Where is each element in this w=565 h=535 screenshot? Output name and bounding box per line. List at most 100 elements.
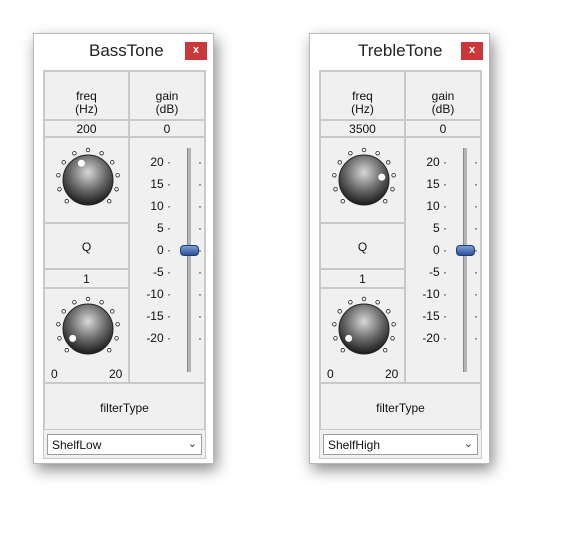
- gain-tick: -15 · ·: [130, 309, 204, 323]
- gain-value: 0: [163, 122, 171, 136]
- knob-scale-dot: [337, 160, 342, 165]
- knob-scale-dot: [348, 151, 353, 156]
- knob-scale-dot: [332, 322, 337, 327]
- title-bar[interactable]: TrebleTone x: [310, 34, 489, 68]
- gain-tick: 20 · ·: [130, 155, 204, 169]
- q-value: 1: [83, 272, 90, 286]
- q-header: Q: [320, 223, 405, 269]
- freq-knob-cell: [320, 137, 405, 223]
- knob-scale-dot: [333, 187, 338, 192]
- filter-type-value: ShelfLow: [52, 438, 102, 452]
- gain-tick-mark: ·: [198, 309, 202, 323]
- gain-tick-label: -5 ·: [153, 265, 171, 279]
- q-knob[interactable]: [332, 293, 396, 363]
- freq-knob[interactable]: [56, 144, 120, 214]
- filter-type-select[interactable]: ShelfLow ⌄: [47, 434, 202, 455]
- knob-pointer: [378, 173, 386, 181]
- gain-tick-label: -10 ·: [422, 287, 447, 301]
- filter-type-select[interactable]: ShelfHigh ⌄: [323, 434, 478, 455]
- freq-unit-label: (Hz): [75, 102, 98, 116]
- gain-tick-label: 15 ·: [426, 177, 447, 191]
- gain-slider-track[interactable]: [463, 148, 467, 372]
- filter-type-header: filterType: [44, 383, 205, 430]
- knob-scale-dot: [386, 309, 391, 314]
- gain-tick-label: -20 ·: [146, 331, 171, 345]
- knob-scale-dot: [56, 322, 61, 327]
- knob-pointer: [69, 334, 77, 342]
- freq-value-field[interactable]: 200: [44, 120, 129, 137]
- q-knob[interactable]: [56, 293, 120, 363]
- gain-header: gain (dB): [129, 71, 205, 120]
- gain-header: gain (dB): [405, 71, 481, 120]
- freq-unit-label: (Hz): [351, 102, 374, 116]
- knob-scale-dot: [72, 151, 77, 156]
- freq-value: 3500: [349, 122, 376, 136]
- filter-type-value: ShelfHigh: [328, 438, 381, 452]
- knob-scale-dot: [114, 187, 119, 192]
- gain-tick-label: 15 ·: [150, 177, 171, 191]
- knob-scale-dot: [110, 309, 115, 314]
- chevron-down-icon[interactable]: ⌄: [464, 437, 473, 450]
- close-button[interactable]: x: [461, 42, 483, 60]
- gain-slider-cell: 20 · · 15 · · 10 · · 5 · · 0 · · -5 · · -10 · · -15 · ·…: [405, 137, 481, 383]
- gain-tick: -5 · ·: [406, 265, 480, 279]
- gain-tick-label: 0 ·: [432, 243, 447, 257]
- close-icon: x: [468, 44, 476, 56]
- gain-tick: -5 · ·: [130, 265, 204, 279]
- gain-tick: 5 · ·: [406, 221, 480, 235]
- q-knob-cell: 0 20: [44, 288, 129, 383]
- gain-tick: -20 · ·: [406, 331, 480, 345]
- gain-value-field[interactable]: 0: [129, 120, 205, 137]
- q-label: Q: [81, 240, 92, 254]
- q-header: Q: [44, 223, 129, 269]
- close-icon: x: [192, 44, 200, 56]
- window-title: TrebleTone: [358, 41, 443, 60]
- gain-slider-thumb[interactable]: [456, 245, 475, 256]
- window-title: BassTone: [89, 41, 164, 60]
- gain-tick-mark: ·: [474, 199, 478, 213]
- gain-tick: 15 · ·: [406, 177, 480, 191]
- knob-scale-dot: [115, 173, 120, 178]
- freq-value: 200: [76, 122, 97, 136]
- gain-tick-label: -5 ·: [429, 265, 447, 279]
- knob-scale-dot: [115, 322, 120, 327]
- gain-tick: -10 · ·: [130, 287, 204, 301]
- gain-tick-label: 0 ·: [156, 243, 171, 257]
- filter-type-label: filterType: [376, 401, 425, 415]
- gain-value-field[interactable]: 0: [405, 120, 481, 137]
- gain-tick-mark: ·: [474, 221, 478, 235]
- gain-tick-mark: ·: [474, 265, 478, 279]
- gain-tick: 10 · ·: [130, 199, 204, 213]
- q-value-field[interactable]: 1: [44, 269, 129, 288]
- knob-scale-dot: [375, 151, 380, 156]
- freq-value-field[interactable]: 3500: [320, 120, 405, 137]
- gain-tick-label: 10 ·: [150, 199, 171, 213]
- knob-scale-dot: [114, 336, 119, 341]
- filter-type-header: filterType: [320, 383, 481, 430]
- freq-header: freq (Hz): [320, 71, 405, 120]
- gain-slider-thumb[interactable]: [180, 245, 199, 256]
- freq-knob-cell: [44, 137, 129, 223]
- knob-scale-dot: [390, 187, 395, 192]
- gain-slider-track[interactable]: [187, 148, 191, 372]
- gain-tick: 10 · ·: [406, 199, 480, 213]
- knob-scale-dot: [333, 336, 338, 341]
- freq-knob[interactable]: [332, 144, 396, 214]
- close-button[interactable]: x: [185, 42, 207, 60]
- gain-tick-mark: ·: [198, 177, 202, 191]
- gain-value: 0: [439, 122, 447, 136]
- knob-scale-dot: [390, 336, 395, 341]
- gain-tick: -15 · ·: [406, 309, 480, 323]
- knob-scale-dot: [72, 300, 77, 305]
- knob-scale-dot: [107, 348, 112, 353]
- gain-unit-label: (dB): [155, 102, 179, 116]
- gain-tick-mark: ·: [474, 309, 478, 323]
- gain-tick-label: 20 ·: [426, 155, 447, 169]
- chevron-down-icon[interactable]: ⌄: [188, 437, 197, 450]
- gain-tick: 5 · ·: [130, 221, 204, 235]
- q-value-field[interactable]: 1: [320, 269, 405, 288]
- title-bar[interactable]: BassTone x: [34, 34, 213, 68]
- knob-scale-dot: [64, 199, 69, 204]
- gain-tick-mark: ·: [474, 155, 478, 169]
- freq-header: freq (Hz): [44, 71, 129, 120]
